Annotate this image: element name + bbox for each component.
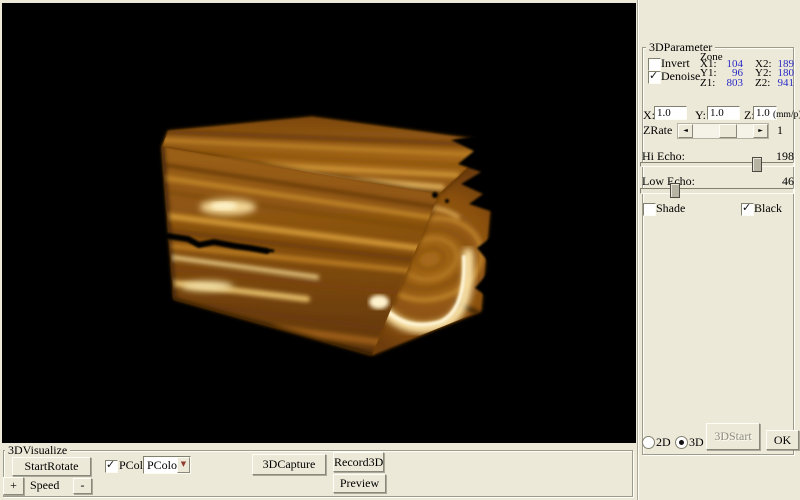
scale-unit-label: (mm/p) [773, 109, 800, 121]
capture3d-button[interactable]: 3DCapture [252, 454, 326, 475]
zone-z1-label: Z1: [700, 79, 721, 88]
hi-echo-value: 198 [758, 150, 794, 162]
shade-label: Shade [656, 202, 685, 214]
zrate-scroll-right-button[interactable]: ► [753, 124, 768, 138]
ultrasound-volume-render [2, 3, 636, 443]
hi-echo-label: Hi Echo: [642, 150, 685, 162]
zrate-scroll-left-button[interactable]: ◄ [678, 124, 693, 138]
low-echo-label: Low Echo: [642, 175, 695, 187]
preview-button[interactable]: Preview [333, 474, 386, 493]
pcolor-combobox-value: PColor [147, 458, 181, 473]
low-echo-slider-thumb[interactable] [670, 183, 680, 198]
speed-plus-button[interactable]: + [3, 477, 24, 495]
render-viewport[interactable] [2, 3, 636, 443]
parameter-panel: 3DParameter Invert Denoise Zone X1: 104 … [637, 0, 800, 500]
shade-checkbox[interactable] [643, 203, 656, 216]
black-checkbox[interactable] [741, 203, 754, 216]
visualize-group-title: 3DVisualize [5, 443, 70, 457]
radio-3d[interactable] [675, 436, 688, 449]
zone-z2-label: Z2: [755, 79, 776, 88]
zone-z1-value: 803 [721, 79, 743, 88]
y-scale-input[interactable] [707, 106, 740, 120]
hi-echo-slider-thumb[interactable] [752, 157, 762, 172]
zrate-scrollbar[interactable]: ◄ ► [677, 123, 769, 139]
start-rotate-button[interactable]: StartRotate [12, 457, 91, 476]
black-label: Black [754, 202, 782, 214]
zrate-label: ZRate [643, 124, 672, 136]
zone-table: X1: 104 X2: 189 Y1: 96 Y2: 180 Z1: 803 Z… [700, 60, 794, 88]
zone-row-z: Z1: 803 Z2: 941 [700, 79, 794, 88]
invert-label: Invert [661, 57, 690, 69]
low-echo-slider-track[interactable] [640, 188, 794, 194]
pcolor-combobox[interactable]: PColor ▼ [143, 456, 191, 474]
y-scale-label: Y: [695, 109, 706, 121]
record3d-button[interactable]: Record3D [333, 452, 384, 472]
start3d-button[interactable]: 3DStart [706, 423, 760, 450]
denoise-checkbox[interactable] [648, 71, 661, 84]
denoise-label: Denoise [661, 70, 700, 82]
hi-echo-slider-track[interactable] [640, 162, 794, 167]
radio-3d-label: 3D [689, 436, 704, 448]
radio-2d[interactable] [642, 436, 655, 449]
zone-z2-value: 941 [776, 79, 794, 88]
radio-2d-label: 2D [656, 436, 671, 448]
speed-minus-button[interactable]: - [73, 478, 92, 494]
ok-button[interactable]: OK [766, 430, 799, 450]
zrate-value: 1 [777, 124, 783, 136]
low-echo-value: 46 [758, 175, 794, 187]
visualize-panel: 3DVisualize StartRotate + Speed - PColor… [0, 443, 637, 500]
speed-label: Speed [30, 479, 59, 491]
pcolor-checkbox[interactable] [105, 460, 118, 473]
x-scale-input[interactable] [654, 106, 687, 120]
zrate-scrollbar-thumb[interactable] [719, 124, 737, 138]
dropdown-arrow-icon[interactable]: ▼ [177, 457, 190, 473]
application-window: 3DParameter Invert Denoise Zone X1: 104 … [0, 0, 800, 500]
